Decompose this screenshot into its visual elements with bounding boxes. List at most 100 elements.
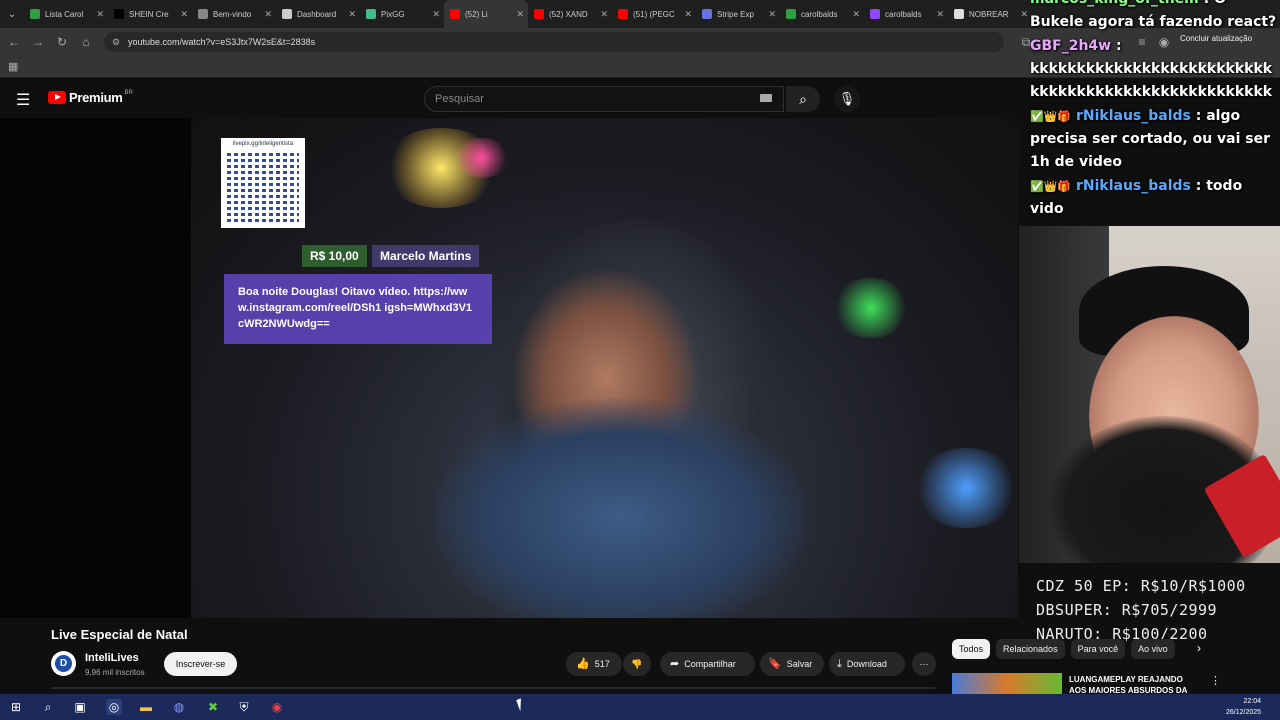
tab-label: SHEIN Cre — [129, 9, 169, 19]
like-button[interactable]: 👍 517 — [566, 652, 622, 676]
xbox-icon[interactable]: ✖ — [205, 699, 221, 715]
browser-tab[interactable]: Lista Carol ✕ — [24, 0, 108, 28]
tab-close-icon[interactable]: ✕ — [348, 9, 356, 20]
channel-avatar[interactable]: D — [51, 651, 76, 676]
filter-chip[interactable]: Todos — [952, 639, 991, 659]
tab-close-icon[interactable]: ✕ — [432, 9, 440, 20]
browser-tab[interactable]: SHEIN Cre ✕ — [108, 0, 192, 28]
browser-tab[interactable]: (52) Li ✕ — [444, 0, 528, 28]
search-icon[interactable]: ⌕ — [40, 699, 56, 715]
apps-grid-icon[interactable]: ▦ — [8, 60, 18, 73]
search-button[interactable]: ⌕ — [786, 86, 820, 112]
browser-tab[interactable]: PixGG ✕ — [360, 0, 444, 28]
tab-close-icon[interactable]: ✕ — [600, 9, 608, 20]
save-button[interactable]: 🔖 Salvar — [760, 652, 824, 676]
home-icon[interactable]: ⌂ — [78, 34, 94, 50]
tab-close-icon[interactable]: ✕ — [1020, 9, 1028, 20]
keyboard-icon[interactable] — [760, 94, 772, 102]
tab-favicon-icon — [534, 9, 544, 19]
video-player[interactable]: livepix.gg/inteligentista R$ 10,00 Marce… — [0, 118, 1018, 618]
more-actions-button[interactable]: ⋯ — [912, 652, 936, 676]
chat-separator: : — [1190, 108, 1207, 124]
tab-favicon-icon — [450, 9, 460, 19]
tab-label: carolbalds — [801, 9, 838, 19]
taskbar: ⊞ ⌕ ▣ ◎ ▬ ◍ ✖ ⛨ ◉ 22:04 26/12/2025 — [0, 694, 1280, 720]
youtube-logo[interactable]: Premium BR — [48, 90, 133, 105]
reload-icon[interactable]: ↻ — [54, 34, 70, 50]
chat-separator: : — [1190, 178, 1207, 194]
chrome-icon[interactable]: ◎ — [106, 699, 122, 715]
channel-name[interactable]: InteliLives — [85, 652, 139, 664]
browser-tab[interactable]: carolbalds ✕ — [780, 0, 864, 28]
stream-chat-overlay: marcos_king_of_them : O Bukele agora tá … — [1030, 0, 1280, 217]
clock-date: 26/12/2025 — [1226, 709, 1262, 716]
neon-light — [451, 138, 511, 178]
tab-close-icon[interactable]: ✕ — [768, 9, 776, 20]
file-explorer-icon[interactable]: ▬ — [138, 699, 154, 715]
dislike-button[interactable]: 👎 — [623, 652, 651, 676]
chevron-right-icon[interactable]: › — [1197, 641, 1201, 655]
windows-start-icon[interactable]: ⊞ — [8, 699, 24, 715]
back-icon[interactable]: ← — [6, 34, 22, 50]
recommendation-title[interactable]: LUANGAMEPLAY REAJANDO AOS MAIORES ABSURD… — [1069, 674, 1199, 696]
green-neon — [831, 278, 911, 338]
tab-favicon-icon — [618, 9, 628, 19]
recommendation-thumbnail[interactable] — [952, 673, 1062, 695]
discord-icon[interactable]: ◍ — [171, 699, 187, 715]
voice-search-button[interactable]: 🎙 — [834, 86, 860, 112]
download-button[interactable]: ⤓ Download — [829, 652, 905, 676]
browser-tab[interactable]: carolbalds ✕ — [864, 0, 948, 28]
donation-message: Boa noite Douglas! Oitavo vídeo. https:/… — [224, 274, 492, 344]
tab-close-icon[interactable]: ✕ — [684, 9, 692, 20]
tab-close-icon[interactable]: ✕ — [96, 9, 104, 20]
browser-tab[interactable]: Stripe Exp ✕ — [696, 0, 780, 28]
youtube-play-icon — [48, 91, 66, 104]
forward-icon[interactable]: → — [30, 34, 46, 50]
site-info-icon[interactable]: ⚙ — [112, 32, 120, 52]
video-title: Live Especial de Natal — [51, 627, 188, 642]
tab-favicon-icon — [786, 9, 796, 19]
subscribe-button[interactable]: Inscrever-se — [164, 652, 237, 676]
tab-label: NOBREAR — [969, 9, 1009, 19]
tab-close-icon[interactable]: ✕ — [936, 9, 944, 20]
region-code: BR — [124, 89, 133, 96]
share-button[interactable]: ➦ Compartilhar — [660, 652, 755, 676]
donation-amount: R$ 10,00 — [302, 245, 367, 267]
obs-icon[interactable]: ◉ — [269, 699, 285, 715]
security-shield-icon[interactable]: ⛨ — [236, 699, 252, 715]
tab-close-icon[interactable]: ✕ — [264, 9, 272, 20]
browser-tab[interactable]: Dashboard ✕ — [276, 0, 360, 28]
address-bar[interactable]: ⚙ youtube.com/watch?v=eS3Jtx7W2sE&t=2838… — [104, 32, 1004, 52]
clock-time: 22:04 — [1243, 698, 1262, 705]
download-icon: ⤓ — [837, 658, 842, 670]
tab-search-icon[interactable]: ⌄ — [0, 0, 24, 28]
browser-tab[interactable]: (52) XAND ✕ — [528, 0, 612, 28]
channel-avatar-initial: D — [55, 655, 72, 672]
subscriber-count: 9,96 mil inscritos — [85, 668, 145, 677]
filter-chip[interactable]: Para você — [1070, 639, 1126, 659]
tab-close-icon[interactable]: ✕ — [852, 9, 860, 20]
tab-favicon-icon — [366, 9, 376, 19]
like-count: 517 — [594, 659, 610, 669]
filter-chip[interactable]: Ao vivo — [1131, 639, 1175, 659]
task-view-icon[interactable]: ▣ — [72, 699, 88, 715]
chat-username: rNiklaus_balds — [1075, 108, 1191, 124]
hamburger-menu-icon[interactable]: ☰ — [16, 90, 30, 110]
live-neon-sign — [911, 448, 1018, 528]
search-input[interactable]: Pesquisar — [424, 86, 784, 112]
qr-pattern — [227, 150, 299, 222]
browser-tab[interactable]: NOBREAR ✕ — [948, 0, 1032, 28]
chat-separator: : — [1199, 0, 1214, 7]
filter-chip[interactable]: Relacionados — [996, 639, 1065, 659]
bookmark-icon: 🔖 — [768, 658, 782, 670]
browser-tab[interactable]: Bem-vindo ✕ — [192, 0, 276, 28]
save-label: Salvar — [786, 659, 813, 669]
browser-tab[interactable]: (51) (PEGC ✕ — [612, 0, 696, 28]
system-clock[interactable]: 22:04 26/12/2025 — [1226, 696, 1261, 718]
tab-label: (52) Li — [465, 9, 488, 19]
tab-close-icon[interactable]: ✕ — [180, 9, 188, 20]
streamer-webcam — [1019, 226, 1280, 563]
tab-close-icon[interactable]: ✕ — [516, 9, 524, 20]
thumbs-down-icon: 👎 — [631, 659, 643, 669]
recommendation-menu-icon[interactable]: ⋮ — [1210, 674, 1221, 687]
